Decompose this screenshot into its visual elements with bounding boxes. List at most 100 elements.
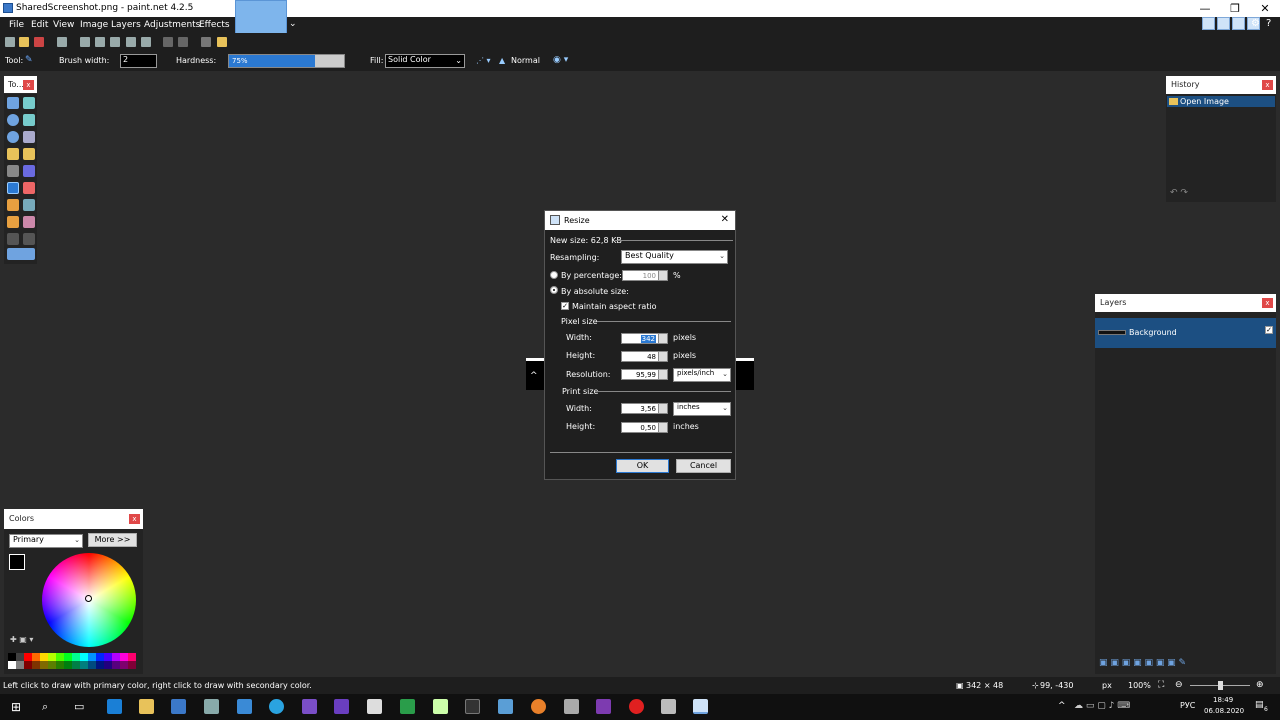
app-icon[interactable] bbox=[531, 699, 546, 714]
pan-hand-icon[interactable] bbox=[23, 148, 35, 160]
new-icon[interactable] bbox=[5, 37, 15, 47]
color-picker-icon[interactable] bbox=[23, 199, 35, 211]
copy-icon[interactable] bbox=[95, 37, 105, 47]
minimize-button[interactable]: — bbox=[1190, 0, 1220, 17]
maintain-aspect-checkbox[interactable]: ✓ bbox=[561, 302, 569, 310]
print-height-spinner[interactable] bbox=[658, 423, 667, 432]
layer-visibility-checkbox[interactable]: ✓ bbox=[1265, 326, 1273, 334]
calculator-icon[interactable] bbox=[498, 699, 513, 714]
height-input[interactable]: 48 bbox=[621, 351, 668, 362]
open-icon[interactable] bbox=[19, 37, 29, 47]
menu-edit[interactable]: Edit bbox=[31, 20, 48, 30]
language-indicator[interactable]: РУС bbox=[1180, 701, 1195, 710]
telegram-icon[interactable] bbox=[269, 699, 284, 714]
close-window-button[interactable]: ✕ bbox=[1250, 0, 1280, 17]
paste-icon[interactable] bbox=[110, 37, 120, 47]
ellipse-select-icon[interactable] bbox=[7, 131, 19, 143]
menu-image[interactable]: Image bbox=[80, 20, 108, 30]
clock-time[interactable]: 18:49 bbox=[1213, 696, 1233, 704]
menu-view[interactable]: View bbox=[53, 20, 74, 30]
app-icon[interactable] bbox=[564, 699, 579, 714]
antialiasing-icon[interactable]: ⋰ ▾ bbox=[476, 56, 491, 65]
ruler-icon[interactable] bbox=[217, 37, 227, 47]
zoom-value[interactable]: 100% bbox=[1128, 681, 1151, 690]
lasso-select-icon[interactable] bbox=[7, 114, 19, 126]
resolution-input[interactable]: 95,99 bbox=[621, 369, 668, 380]
move-selected-icon[interactable] bbox=[23, 114, 35, 126]
opera-icon[interactable] bbox=[629, 699, 644, 714]
task-view-icon[interactable]: ▭ bbox=[74, 700, 84, 713]
notifications-icon[interactable]: ▤ bbox=[1255, 700, 1264, 710]
rectangle-select-icon[interactable] bbox=[7, 97, 19, 109]
layer-actions-icons[interactable]: ▣ ▣ ▣ ▣ ▣ ▣ ▣ ✎ bbox=[1099, 658, 1186, 668]
width-input[interactable]: 342 bbox=[621, 333, 668, 344]
colors-panel-close-button[interactable]: x bbox=[129, 514, 140, 524]
windows-start-icon[interactable]: ⊞ bbox=[11, 700, 21, 714]
blend-mode-value[interactable]: Normal bbox=[511, 56, 540, 65]
resampling-select[interactable]: Best Quality ⌄ bbox=[621, 250, 728, 264]
fill-select[interactable]: Solid Color ⌄ bbox=[385, 54, 465, 68]
resolution-unit-select[interactable]: pixels/inch ⌄ bbox=[673, 368, 731, 382]
paint-bucket-icon[interactable] bbox=[7, 165, 19, 177]
crop-icon[interactable] bbox=[126, 37, 136, 47]
brush-width-input[interactable]: 2 bbox=[120, 54, 157, 68]
history-panel-close-button[interactable]: x bbox=[1262, 80, 1273, 90]
cancel-button[interactable]: Cancel bbox=[676, 459, 731, 473]
history-undo-icon[interactable]: ↶ ↷ bbox=[1170, 188, 1188, 198]
gradient-icon[interactable] bbox=[23, 165, 35, 177]
menu-layers[interactable]: Layers bbox=[111, 20, 141, 30]
tray-expand-icon[interactable]: ^ bbox=[1058, 701, 1066, 711]
color-mode-select[interactable]: Primary ⌄ bbox=[9, 534, 83, 548]
mail-icon[interactable] bbox=[237, 699, 252, 714]
search-icon[interactable]: ⌕ bbox=[42, 700, 48, 714]
sampling-icon[interactable]: ◉ ▾ bbox=[553, 55, 568, 65]
shapes-icon[interactable] bbox=[7, 248, 35, 260]
app-icon[interactable] bbox=[400, 699, 415, 714]
magic-wand-icon[interactable] bbox=[7, 148, 19, 160]
recolor-icon[interactable] bbox=[23, 216, 35, 228]
visual-studio-2-icon[interactable] bbox=[334, 699, 349, 714]
zoom-slider-thumb[interactable] bbox=[1218, 681, 1223, 690]
zoom-fit-icon[interactable]: ⛶ bbox=[1158, 680, 1164, 690]
restore-button[interactable]: ❐ bbox=[1220, 0, 1250, 17]
tools-panel-close-button[interactable]: x bbox=[23, 80, 34, 90]
line-curve-icon[interactable] bbox=[23, 233, 35, 245]
by-percentage-radio[interactable] bbox=[550, 271, 558, 279]
height-spinner[interactable] bbox=[658, 352, 667, 361]
app-icon[interactable] bbox=[661, 699, 676, 714]
ok-button[interactable]: OK bbox=[616, 459, 669, 473]
move-selection-icon[interactable] bbox=[23, 97, 35, 109]
grid-icon[interactable] bbox=[201, 37, 211, 47]
menu-file[interactable]: File bbox=[9, 20, 24, 30]
color-wheel-cursor[interactable] bbox=[85, 595, 92, 602]
undo-icon[interactable] bbox=[163, 37, 173, 47]
by-absolute-size-radio[interactable] bbox=[550, 286, 558, 294]
color-wheel[interactable] bbox=[42, 553, 136, 647]
paintnet-taskbar-icon[interactable] bbox=[693, 699, 708, 714]
help-icon[interactable]: ? bbox=[1266, 18, 1271, 29]
clock-date[interactable]: 06.08.2020 bbox=[1204, 707, 1244, 715]
print-unit-select[interactable]: inches ⌄ bbox=[673, 402, 731, 416]
app-icon[interactable] bbox=[204, 699, 219, 714]
resolution-spinner[interactable] bbox=[658, 370, 667, 379]
print-width-spinner[interactable] bbox=[658, 404, 667, 413]
layers-panel-close-button[interactable]: x bbox=[1262, 298, 1273, 308]
width-spinner[interactable] bbox=[658, 334, 667, 343]
zoom-out-icon[interactable]: ⊖ bbox=[1175, 680, 1183, 690]
print-height-input[interactable]: 0,50 bbox=[621, 422, 668, 433]
color-palette[interactable] bbox=[8, 653, 137, 669]
hardness-slider[interactable]: 75% bbox=[228, 54, 345, 68]
dialog-close-button[interactable]: ✕ bbox=[721, 214, 729, 225]
eraser-icon[interactable] bbox=[23, 182, 35, 194]
pencil-icon[interactable] bbox=[7, 199, 19, 211]
app-icon[interactable] bbox=[465, 699, 480, 714]
history-window-icon[interactable] bbox=[1217, 17, 1230, 30]
cut-icon[interactable] bbox=[80, 37, 90, 47]
layer-row[interactable]: Background ✓ bbox=[1095, 318, 1276, 348]
print-icon[interactable] bbox=[57, 37, 67, 47]
percentage-spinner[interactable] bbox=[658, 271, 667, 280]
layers-window-icon[interactable] bbox=[1232, 17, 1245, 30]
settings-gear-icon[interactable]: ⚙ bbox=[1251, 18, 1260, 29]
app-icon[interactable] bbox=[433, 699, 448, 714]
onenote-icon[interactable] bbox=[596, 699, 611, 714]
